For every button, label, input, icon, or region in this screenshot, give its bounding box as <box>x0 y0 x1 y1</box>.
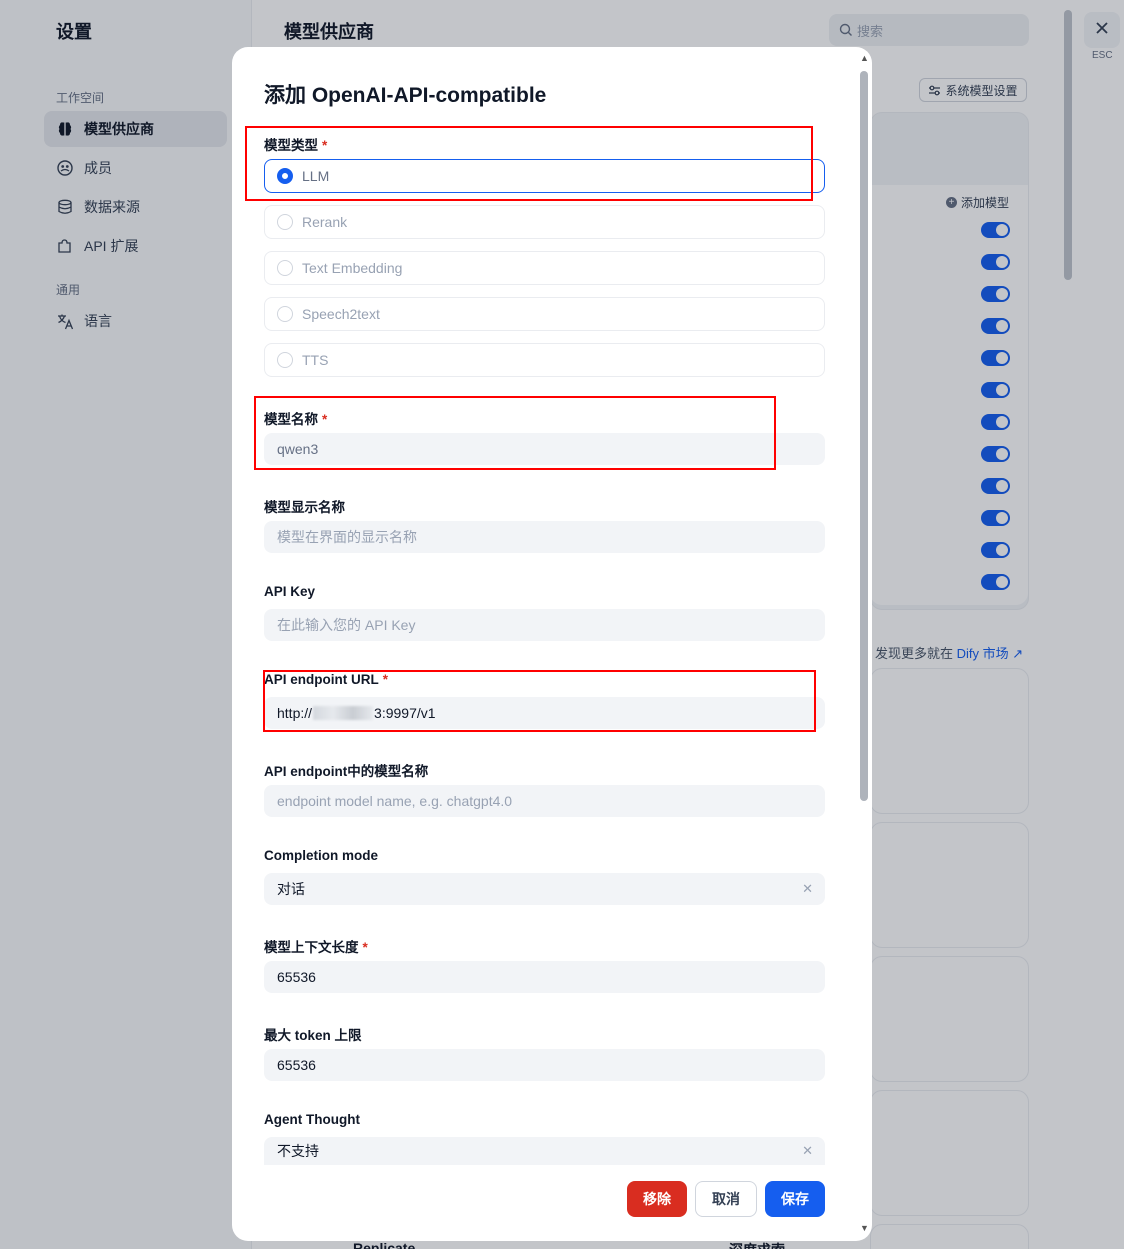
model-type-option-speech2text[interactable]: Speech2text <box>264 297 825 331</box>
option-label: Rerank <box>302 214 348 230</box>
max-token-value: 65536 <box>277 1057 316 1073</box>
agent-thought-select[interactable]: 不支持 ✕ <box>264 1137 825 1165</box>
context-length-value: 65536 <box>277 969 316 985</box>
display-name-placeholder: 模型在界面的显示名称 <box>277 529 417 545</box>
scroll-up-arrow-icon[interactable]: ▲ <box>860 53 869 63</box>
model-type-option-rerank[interactable]: Rerank <box>264 205 825 239</box>
radio-icon <box>277 260 293 276</box>
model-type-option-tts[interactable]: TTS <box>264 343 825 377</box>
endpoint-model-name-input[interactable]: endpoint model name, e.g. chatgpt4.0 <box>264 785 825 817</box>
context-length-label: 模型上下文长度 * <box>264 940 368 955</box>
scroll-down-arrow-icon[interactable]: ▼ <box>860 1223 869 1233</box>
cancel-button[interactable]: 取消 <box>695 1181 757 1217</box>
endpoint-model-name-placeholder: endpoint model name, e.g. chatgpt4.0 <box>277 793 513 809</box>
agent-thought-value: 不支持 <box>277 1143 319 1159</box>
radio-icon <box>277 352 293 368</box>
remove-button[interactable]: 移除 <box>627 1181 687 1217</box>
option-label: Speech2text <box>302 306 380 322</box>
completion-mode-label: Completion mode <box>264 848 378 863</box>
highlight-box-endpoint-url <box>263 670 816 732</box>
radio-icon <box>277 214 293 230</box>
max-token-input[interactable]: 65536 <box>264 1049 825 1081</box>
clear-icon[interactable]: ✕ <box>802 1143 813 1159</box>
option-label: Text Embedding <box>302 260 403 276</box>
context-length-input[interactable]: 65536 <box>264 961 825 993</box>
completion-mode-value: 对话 <box>277 881 305 897</box>
option-label: TTS <box>302 352 329 368</box>
highlight-box-model-type <box>245 126 813 201</box>
completion-mode-select[interactable]: 对话 ✕ <box>264 873 825 905</box>
radio-icon <box>277 306 293 322</box>
save-button[interactable]: 保存 <box>765 1181 825 1217</box>
endpoint-model-name-label: API endpoint中的模型名称 <box>264 764 429 779</box>
api-key-input[interactable]: 在此输入您的 API Key <box>264 609 825 641</box>
api-key-placeholder: 在此输入您的 API Key <box>277 617 416 633</box>
highlight-box-model-name <box>254 396 776 470</box>
modal-title: 添加 OpenAI-API-compatible <box>264 84 547 107</box>
max-token-label: 最大 token 上限 <box>264 1028 362 1043</box>
display-name-label: 模型显示名称 <box>264 500 345 515</box>
add-model-modal: 添加 OpenAI-API-compatible 模型类型 * LLM Reran… <box>232 47 872 1241</box>
api-key-label: API Key <box>264 584 316 599</box>
model-type-option-text-embedding[interactable]: Text Embedding <box>264 251 825 285</box>
clear-icon[interactable]: ✕ <box>802 881 813 897</box>
display-name-input[interactable]: 模型在界面的显示名称 <box>264 521 825 553</box>
agent-thought-label: Agent Thought <box>264 1112 360 1127</box>
modal-scrollbar-thumb[interactable] <box>860 71 868 801</box>
